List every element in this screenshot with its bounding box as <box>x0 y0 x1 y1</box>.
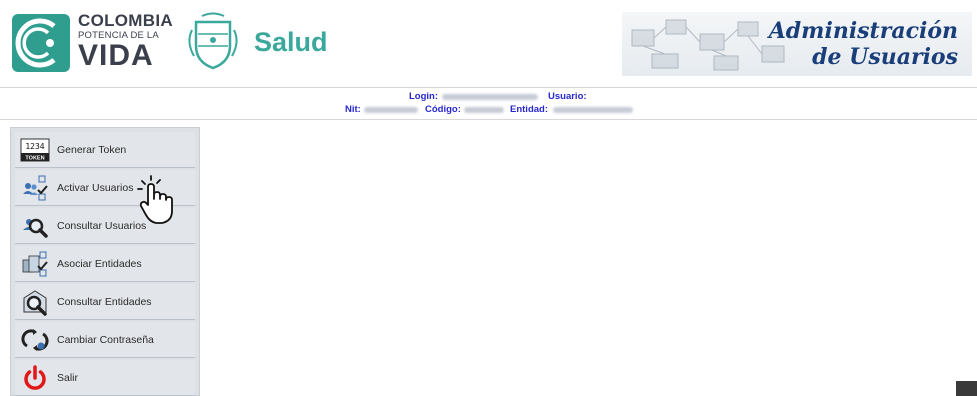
hand-pointer-icon <box>137 175 173 224</box>
change-password-icon <box>19 325 51 355</box>
corner-widget <box>956 381 977 396</box>
login-value-redacted <box>442 94 538 100</box>
associate-entities-icon <box>19 249 51 279</box>
token-icon-caption: TOKEN <box>25 155 44 161</box>
token-icon-digits: 1234 <box>25 142 44 151</box>
header: COLOMBIA POTENCIA DE LA VIDA Salud Admin… <box>0 0 977 88</box>
search-entities-icon <box>19 287 51 317</box>
token-icon: 1234 TOKEN <box>19 135 51 165</box>
sidebar-item-label: Consultar Usuarios <box>57 219 147 232</box>
codigo-value-redacted <box>464 107 504 113</box>
sidebar-item-salir[interactable]: Salir <box>15 360 195 396</box>
power-icon <box>19 363 51 393</box>
usuario-label: Usuario: <box>548 91 587 102</box>
sidebar-item-asociar-entidades[interactable]: Asociar Entidades <box>15 246 195 282</box>
colombia-vida: VIDA <box>78 39 154 72</box>
colombia-c-icon <box>12 14 70 72</box>
session-info-bar: Login: Usuario: Nit: Código: Entidad: <box>0 88 977 120</box>
codigo-label: Código: <box>425 104 461 115</box>
ministry-name: Salud <box>254 27 328 57</box>
app-title: Administración de Usuarios <box>769 18 958 70</box>
login-label: Login: <box>409 91 439 102</box>
app-title-line1: Administración <box>768 18 958 44</box>
app-title-line2: de Usuarios <box>812 44 958 70</box>
sidebar-item-generar-token[interactable]: 1234 TOKEN Generar Token <box>15 132 195 168</box>
admin-banner: Administración de Usuarios <box>622 12 972 76</box>
sidebar-item-label: Cambiar Contraseña <box>57 333 154 346</box>
activate-users-icon <box>19 173 51 203</box>
nit-value-redacted <box>364 107 418 113</box>
app-window: COLOMBIA POTENCIA DE LA VIDA Salud Admin… <box>0 0 977 396</box>
sidebar-item-cambiar-contrasena[interactable]: Cambiar Contraseña <box>15 322 195 358</box>
sidebar-item-label: Asociar Entidades <box>57 257 142 270</box>
coat-of-arms-icon <box>188 12 238 70</box>
sidebar-item-label: Activar Usuarios <box>57 181 134 194</box>
colombia-title: COLOMBIA <box>78 11 173 30</box>
sidebar-item-label: Salir <box>57 371 79 384</box>
sidebar-item-consultar-entidades[interactable]: Consultar Entidades <box>15 284 195 320</box>
nit-label: Nit: <box>345 104 361 115</box>
sidebar-menu: 1234 TOKEN Generar Token Activar Usuario… <box>10 127 200 396</box>
colombia-logo: COLOMBIA POTENCIA DE LA VIDA <box>12 10 173 74</box>
entidad-label: Entidad: <box>510 104 548 115</box>
sidebar-item-label: Consultar Entidades <box>57 295 152 308</box>
entidad-value-redacted <box>553 107 633 113</box>
search-users-icon <box>19 211 51 241</box>
sidebar-item-label: Generar Token <box>57 143 127 156</box>
